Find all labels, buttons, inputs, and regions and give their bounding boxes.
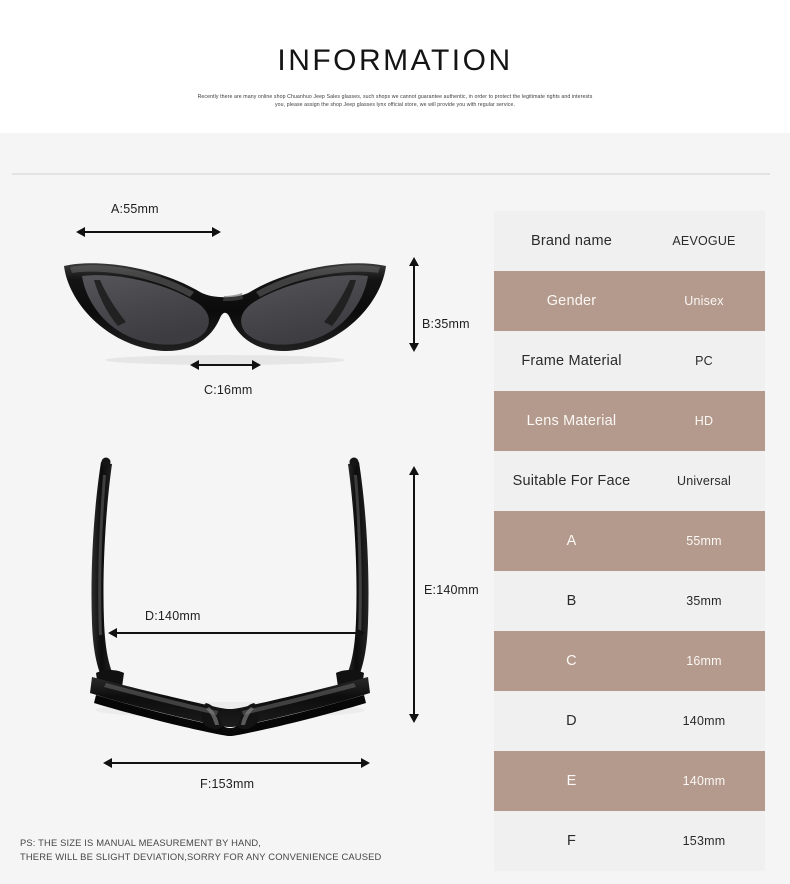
spec-row: E 140mm	[494, 751, 765, 811]
dimension-arrow-d-line	[115, 632, 363, 634]
dimension-label-b: B:35mm	[422, 317, 470, 331]
dimension-label-d: D:140mm	[145, 609, 201, 623]
spec-row: Frame Material PC	[494, 331, 765, 391]
spec-row-value: HD	[694, 414, 714, 428]
spec-row-key: E	[566, 773, 577, 789]
spec-row-key: Brand name	[531, 233, 612, 249]
spec-row-key: Suitable For Face	[512, 473, 631, 489]
spec-row: A 55mm	[494, 511, 765, 571]
spec-row-key: D	[566, 713, 577, 729]
spec-row: Suitable For Face Universal	[494, 451, 765, 511]
information-page: INFORMATION Recently there are many onli…	[0, 0, 790, 884]
sunglasses-top-view-image	[70, 455, 390, 760]
dimension-arrow-f-line	[110, 762, 368, 764]
spec-row-value: Unisex	[684, 294, 724, 308]
spec-row: Gender Unisex	[494, 271, 765, 331]
spec-row-key: A	[566, 533, 577, 549]
page-header: INFORMATION Recently there are many onli…	[0, 0, 790, 133]
dimension-arrow-a-line	[83, 231, 219, 233]
header-divider	[12, 173, 770, 175]
dimension-arrow-b-line	[413, 264, 415, 350]
spec-row: Brand name AEVOGUE	[494, 211, 765, 271]
spec-row: F 153mm	[494, 811, 765, 871]
dimension-label-a: A:55mm	[111, 202, 159, 216]
spec-row-value: PC	[695, 354, 713, 368]
spec-row-value: Universal	[677, 474, 731, 488]
spec-row-value: 35mm	[686, 594, 722, 608]
spec-row-key: C	[566, 653, 577, 669]
dimension-arrow-a-cap-right	[212, 227, 221, 237]
specification-table: Brand name AEVOGUE Gender Unisex Frame Mater…	[494, 211, 765, 871]
dimension-label-c: C:16mm	[204, 383, 253, 397]
dimension-arrow-d-cap-right	[356, 628, 365, 638]
dimension-arrow-f-cap-left	[103, 758, 112, 768]
measurement-disclaimer-line-2: THERE WILL BE SLIGHT DEVIATION,SORRY FOR…	[20, 850, 382, 862]
spec-row-key: Frame Material	[521, 353, 622, 369]
page-subtitle: Recently there are many online shop Chua…	[197, 94, 593, 109]
dimension-arrow-f-cap-right	[361, 758, 370, 768]
dimension-arrow-e-line	[413, 473, 415, 721]
dimension-arrow-e-cap-top	[409, 466, 419, 475]
spec-row: D 140mm	[494, 691, 765, 751]
spec-row: B 35mm	[494, 571, 765, 631]
dimension-arrow-b-cap-bottom	[409, 343, 419, 352]
dimension-arrow-b-cap-top	[409, 257, 419, 266]
spec-row-key: B	[566, 593, 577, 609]
measurement-disclaimer: PS: THE SIZE IS MANUAL MEASUREMENT BY HA…	[20, 836, 381, 863]
spec-row: C 16mm	[494, 631, 765, 691]
spec-row: Lens Material HD	[494, 391, 765, 451]
spec-row-value: 16mm	[686, 654, 722, 668]
spec-row-value: 140mm	[682, 714, 726, 728]
dimension-arrow-c-cap-right	[252, 360, 261, 370]
spec-row-value: 140mm	[682, 774, 726, 788]
spec-row-value: 55mm	[686, 534, 722, 548]
spec-row-key: Gender	[546, 293, 597, 309]
spec-row-key: Lens Material	[526, 413, 617, 429]
dimension-arrow-e-cap-bottom	[409, 714, 419, 723]
diagram-column: A:55mm B:35mm C:16mm E:140mm D:140mm F:1…	[0, 185, 494, 884]
page-title: INFORMATION	[277, 44, 513, 77]
dimension-arrow-a-cap-left	[76, 227, 85, 237]
dimension-label-f: F:153mm	[200, 777, 255, 791]
spec-row-key: F	[566, 833, 577, 849]
spec-row-value: AEVOGUE	[672, 234, 736, 248]
sunglasses-front-view-image	[60, 252, 390, 372]
measurement-disclaimer-line-1: PS: THE SIZE IS MANUAL MEASUREMENT BY HA…	[20, 837, 262, 848]
dimension-arrow-c-line	[197, 364, 259, 366]
dimension-label-e: E:140mm	[424, 583, 479, 597]
spec-row-value: 153mm	[682, 834, 726, 848]
dimension-arrow-c-cap-left	[190, 360, 199, 370]
dimension-arrow-d-cap-left	[108, 628, 117, 638]
